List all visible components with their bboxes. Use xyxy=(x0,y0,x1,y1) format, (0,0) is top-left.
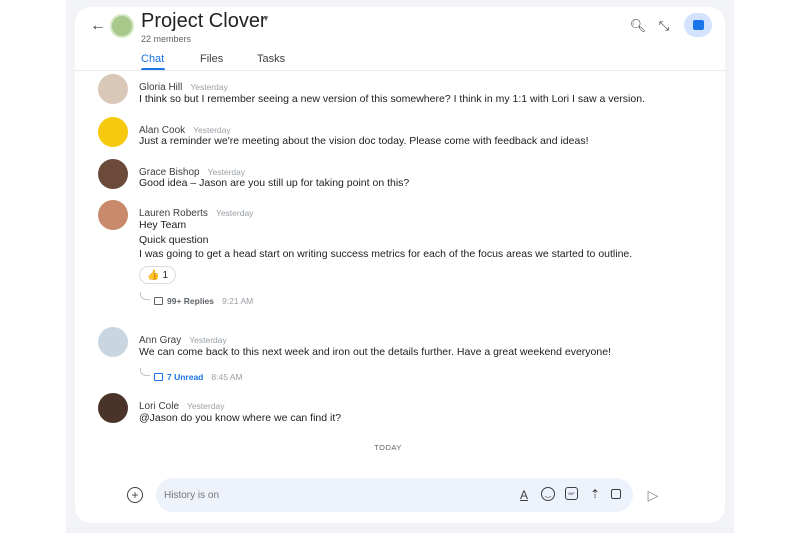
emoji-icon[interactable]: ‿ xyxy=(541,487,555,501)
message-text: Good idea – Jason are you still up for t… xyxy=(139,177,410,189)
timestamp: Yesterday xyxy=(215,208,254,218)
thread-unread[interactable]: 7 Unread 8:45 AM xyxy=(154,372,243,382)
message-text: We can come back to this next week and i… xyxy=(139,346,611,358)
tab-chat[interactable]: Chat xyxy=(141,53,164,65)
timestamp: Yesterday xyxy=(193,125,231,135)
message-input[interactable] xyxy=(164,486,464,504)
upload-icon[interactable]: ⇡ xyxy=(588,486,602,502)
format-text-icon[interactable]: A xyxy=(517,487,531,503)
timestamp: Yesterday xyxy=(190,82,228,92)
timestamp: Yesterday xyxy=(187,401,225,411)
search-icon[interactable]: 🔍︎ xyxy=(628,16,648,36)
thread-time: 9:21 AM xyxy=(222,296,254,306)
thread-connector xyxy=(140,292,150,300)
avatar[interactable] xyxy=(98,200,128,230)
thread-replies[interactable]: 99+ Replies 9:21 AM xyxy=(154,296,253,306)
message-text: Hey Team xyxy=(139,219,187,231)
thumbs-up-icon: 👍 xyxy=(147,269,160,281)
back-arrow-icon[interactable]: ← xyxy=(89,17,107,35)
avatar[interactable] xyxy=(98,159,128,189)
message-text: Just a reminder we're meeting about the … xyxy=(139,135,589,147)
avatar[interactable] xyxy=(98,74,128,104)
sender-name[interactable]: Ann Gray xyxy=(139,335,181,346)
space-avatar xyxy=(110,14,134,38)
space-title[interactable]: Project Clover xyxy=(141,10,267,33)
timestamp: Yesterday xyxy=(189,335,227,345)
sender-name[interactable]: Gloria Hill xyxy=(139,82,182,93)
avatar[interactable] xyxy=(98,393,128,423)
send-icon[interactable]: ▷ xyxy=(644,486,662,504)
add-icon[interactable]: + xyxy=(127,487,143,503)
header-divider xyxy=(75,70,725,71)
chat-toggle-button[interactable] xyxy=(684,13,712,37)
message-text: Quick question xyxy=(139,234,209,246)
unread-count[interactable]: 7 Unread xyxy=(167,372,203,382)
thread-time: 8:45 AM xyxy=(211,372,243,382)
message-text: @Jason do you know where we can find it? xyxy=(139,412,342,424)
sender-name[interactable]: Lauren Roberts xyxy=(139,208,208,219)
tab-files[interactable]: Files xyxy=(200,53,223,65)
video-meet-icon[interactable] xyxy=(611,489,621,499)
message-text: I think so but I remember seeing a new v… xyxy=(139,93,645,105)
timestamp: Yesterday xyxy=(207,167,246,177)
member-count[interactable]: 22 members xyxy=(141,34,191,44)
reaction-count: 1 xyxy=(162,269,169,281)
reaction-chip[interactable]: 👍 1 xyxy=(139,266,177,284)
thread-connector xyxy=(140,368,150,376)
message-text: I was going to get a head start on writi… xyxy=(139,248,633,260)
thread-icon xyxy=(154,297,163,305)
avatar[interactable] xyxy=(98,117,128,147)
chat-bubble-icon xyxy=(692,20,704,30)
dropdown-caret-icon[interactable]: ▼ xyxy=(262,14,270,23)
sender-name[interactable]: Lori Cole xyxy=(139,401,179,412)
replies-count[interactable]: 99+ Replies xyxy=(167,296,214,306)
collapse-icon[interactable]: ⤡ xyxy=(654,16,674,36)
date-divider: TODAY xyxy=(374,443,402,452)
gif-icon[interactable]: GIF xyxy=(565,487,578,500)
thread-unread-icon xyxy=(154,373,163,381)
avatar[interactable] xyxy=(98,327,128,357)
tab-tasks[interactable]: Tasks xyxy=(257,53,285,65)
